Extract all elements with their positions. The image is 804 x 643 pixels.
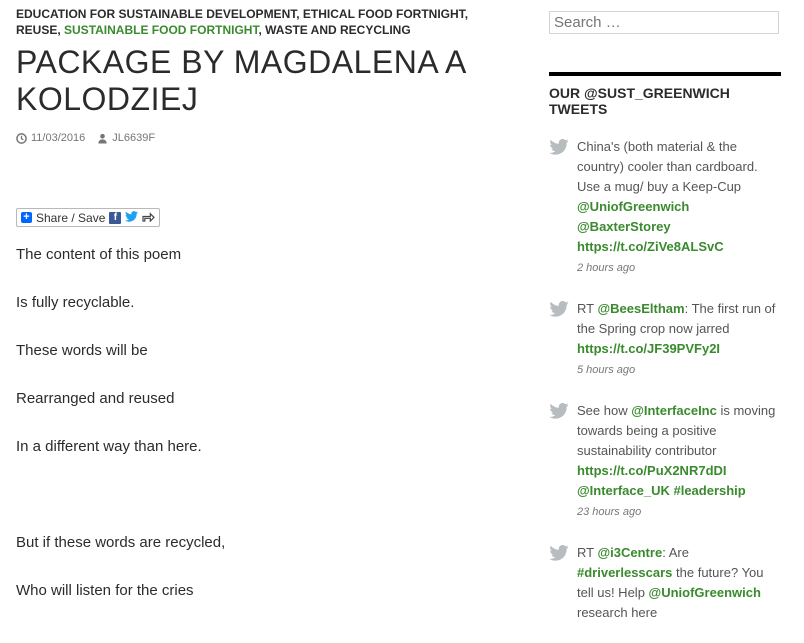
post-body: The content of this poem Is fully recycl… bbox=[16, 245, 486, 601]
poem-line: The content of this poem bbox=[16, 246, 182, 263]
post-categories: EDUCATION FOR SUSTAINABLE DEVELOPMENT, E… bbox=[16, 7, 469, 37]
tweet-mention-link[interactable]: @BaxterStorey bbox=[577, 219, 671, 234]
poem-line: In a different way than here. bbox=[16, 438, 202, 455]
tweet-hashtag-link[interactable]: #driverlesscars bbox=[577, 565, 672, 580]
tweet-prefix: RT bbox=[577, 545, 598, 560]
poem-line: Who will listen for the cries bbox=[16, 582, 194, 599]
tweet-mention-link[interactable]: @InterfaceInc bbox=[631, 403, 717, 418]
twitter-bird-icon bbox=[549, 137, 571, 279]
poem-line: Rearranged and reused bbox=[16, 390, 175, 407]
facebook-icon[interactable]: f bbox=[109, 211, 122, 224]
category-link[interactable]: SUSTAINABLE FOOD FORTNIGHT bbox=[64, 23, 258, 37]
tweet-text: China's (both material & the country) co… bbox=[577, 139, 758, 194]
twitter-bird-icon bbox=[549, 543, 571, 623]
tweet-url-link[interactable]: https://t.co/PuX2NR7dDI bbox=[577, 463, 727, 478]
tweet-url-link[interactable]: https://t.co/ZiVe8ALSvC bbox=[577, 239, 724, 254]
twitter-icon[interactable] bbox=[125, 210, 139, 225]
tweet-time[interactable]: 2 hours ago bbox=[577, 257, 781, 279]
poem-line: But if these words are recycled, bbox=[16, 534, 226, 551]
tweet-item: See how @InterfaceInc is moving towards … bbox=[549, 401, 781, 523]
add-icon: + bbox=[21, 212, 32, 223]
tweet-mention-link[interactable]: @i3Centre bbox=[597, 545, 662, 560]
share-save-button[interactable]: + Share / Save f bbox=[16, 208, 161, 227]
post-meta: 11/03/2016 JL6639F bbox=[16, 132, 486, 144]
tweet-prefix: RT bbox=[577, 301, 598, 316]
category-link[interactable]: REUSE bbox=[16, 23, 57, 37]
poem-line: These words will be bbox=[16, 342, 148, 359]
user-icon bbox=[98, 133, 107, 144]
twitter-bird-icon bbox=[549, 299, 571, 381]
tweet-mention-link[interactable]: @BeesEltham bbox=[597, 301, 684, 316]
tweets-widget-title: OUR @SUST_GREENWICH TWEETS bbox=[549, 72, 781, 117]
tweet-mention-link[interactable]: @Interface_UK #leadership bbox=[577, 483, 746, 498]
tweet-url-link[interactable]: https://t.co/JF39PVFy2I bbox=[577, 341, 720, 356]
tweet-list: China's (both material & the country) co… bbox=[549, 137, 781, 623]
post-author[interactable]: JL6639F bbox=[112, 132, 155, 144]
tweet-time[interactable]: 5 hours ago bbox=[577, 359, 781, 381]
share-arrow-icon[interactable] bbox=[142, 211, 156, 225]
main-content: EDUCATION FOR SUSTAINABLE DEVELOPMENT, E… bbox=[16, 0, 486, 629]
search-input[interactable] bbox=[549, 11, 779, 34]
sidebar: OUR @SUST_GREENWICH TWEETS China's (both… bbox=[549, 0, 781, 643]
tweet-text: : Are bbox=[662, 545, 689, 560]
post-date[interactable]: 11/03/2016 bbox=[31, 132, 85, 144]
tweet-mention-link[interactable]: @UniofGreenwich bbox=[649, 585, 761, 600]
twitter-bird-icon bbox=[549, 401, 571, 523]
tweet-prefix: See how bbox=[577, 403, 632, 418]
tweet-item: RT @BeesEltham: The first run of the Spr… bbox=[549, 299, 781, 381]
tweet-text: research here bbox=[577, 605, 658, 620]
tweet-mention-link[interactable]: @UniofGreenwich bbox=[577, 199, 689, 214]
category-link[interactable]: ETHICAL FOOD FORTNIGHT bbox=[303, 7, 465, 21]
tweet-item: RT @i3Centre: Are #driverlesscars the fu… bbox=[549, 543, 781, 623]
share-label: Share / Save bbox=[36, 210, 106, 225]
clock-icon bbox=[16, 132, 27, 144]
category-link[interactable]: EDUCATION FOR SUSTAINABLE DEVELOPMENT bbox=[16, 7, 296, 21]
tweet-time[interactable]: 23 hours ago bbox=[577, 501, 781, 523]
category-link[interactable]: WASTE AND RECYCLING bbox=[265, 23, 411, 37]
tweet-item: China's (both material & the country) co… bbox=[549, 137, 781, 279]
poem-line: Is fully recyclable. bbox=[16, 294, 135, 311]
post-title: PACKAGE BY MAGDALENA A KOLODZIEJ bbox=[16, 44, 466, 117]
